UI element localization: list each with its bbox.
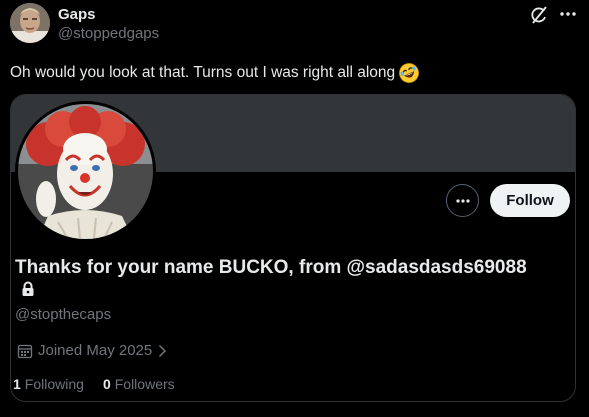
- more-options-icon[interactable]: [557, 4, 579, 24]
- following-count: 1: [13, 376, 21, 392]
- following-label: Following: [24, 376, 84, 392]
- tweet-text-content: Oh would you look at that. Turns out I w…: [10, 64, 396, 81]
- more-horizontal-icon: [455, 198, 470, 203]
- profile-avatar[interactable]: [15, 101, 156, 242]
- joined-date[interactable]: Joined May 2025: [17, 342, 167, 359]
- rolling-on-floor-laughing-emoji-icon: [398, 62, 420, 84]
- profile-card[interactable]: Follow Thanks for your name BUCKO, from …: [10, 94, 576, 402]
- calendar-icon: [17, 344, 33, 358]
- follow-button[interactable]: Follow: [490, 184, 570, 217]
- profile-stats: 1 Following 0 Followers: [13, 376, 175, 392]
- followers-count: 0: [102, 376, 111, 392]
- lock-icon: [21, 281, 35, 297]
- author-handle[interactable]: @stoppedgaps: [58, 25, 159, 42]
- author-avatar-image: [10, 3, 50, 43]
- chevron-right-icon: [159, 344, 167, 357]
- following-link[interactable]: 1 Following: [13, 376, 84, 392]
- clown-avatar-image: [18, 104, 153, 239]
- grok-icon[interactable]: [529, 5, 549, 25]
- followers-link[interactable]: 0 Followers: [103, 376, 175, 392]
- profile-display-name[interactable]: Thanks for your name BUCKO, from @sadasd…: [15, 257, 527, 279]
- author-avatar[interactable]: [10, 3, 50, 43]
- joined-date-text: Joined May 2025: [38, 342, 153, 359]
- followers-label: Followers: [114, 376, 175, 392]
- tweet-text: Oh would you look at that. Turns out I w…: [10, 62, 420, 84]
- profile-more-button[interactable]: [446, 184, 479, 217]
- profile-handle[interactable]: @stopthecaps: [15, 306, 111, 323]
- author-name[interactable]: Gaps: [58, 6, 96, 23]
